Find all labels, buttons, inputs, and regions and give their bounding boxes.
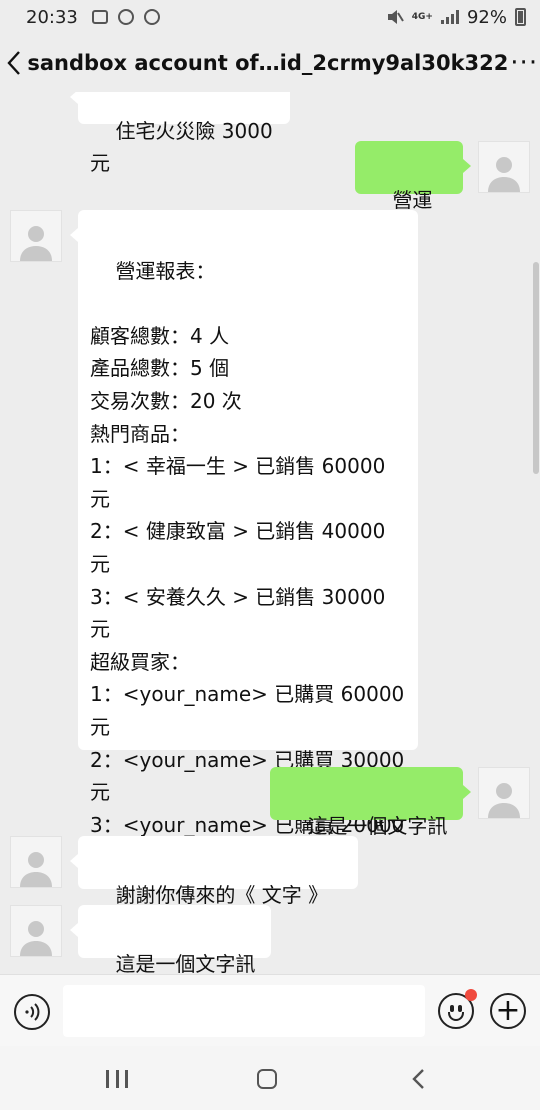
default-avatar-icon xyxy=(488,157,520,192)
default-avatar-icon xyxy=(20,852,52,887)
emoji-icon-eye xyxy=(458,1005,462,1012)
status-bar: 20:33 4G+ 92% xyxy=(0,0,540,34)
add-button[interactable]: + xyxy=(490,993,526,1029)
mute-icon xyxy=(387,10,404,24)
avatar[interactable] xyxy=(10,836,62,888)
message-text: 住宅火災險 3000 元 xyxy=(90,118,280,176)
message-bubble-incoming[interactable]: 住宅火災險 3000 元 xyxy=(70,92,290,175)
notification-badge xyxy=(465,989,477,1001)
voice-icon xyxy=(25,1003,40,1021)
avatar[interactable] xyxy=(478,767,530,819)
message-input[interactable] xyxy=(63,985,425,1037)
message-text: 這是一個文字訊息 xyxy=(115,951,256,974)
default-avatar-icon xyxy=(488,783,520,818)
scrollbar[interactable] xyxy=(533,262,539,474)
message-bubble-outgoing[interactable]: 營運報表 xyxy=(355,141,471,244)
emoji-icon-mouth xyxy=(448,1012,464,1021)
wifi-icon xyxy=(143,9,160,25)
more-icon: ··· xyxy=(510,48,539,78)
system-nav-bar xyxy=(0,1046,540,1110)
message-bubble-incoming[interactable]: 營運報表： 顧客總數：4 人 產品總數：5 個 交易次數：20 次 熱門商品： … xyxy=(70,210,418,869)
default-avatar-icon xyxy=(20,921,52,956)
nav-back-button[interactable] xyxy=(410,1068,428,1090)
chat-header: sandbox account of…id_2crmy9al30k322 ··· xyxy=(0,34,540,92)
message-bubble-outgoing[interactable]: 這是一個文字訊息 xyxy=(270,767,471,870)
plus-icon: + xyxy=(495,993,521,1028)
chevron-left-icon xyxy=(7,51,20,75)
status-time: 20:33 xyxy=(26,6,78,28)
message-bubble-incoming[interactable]: 這是一個文字訊息 xyxy=(70,905,271,974)
battery-level: 92% xyxy=(466,6,507,28)
more-button[interactable]: ··· xyxy=(508,34,540,92)
default-avatar-icon xyxy=(20,226,52,261)
battery-icon xyxy=(515,8,526,26)
network-type: 4G+ xyxy=(411,11,433,22)
line-icon xyxy=(117,9,134,25)
emoji-icon xyxy=(450,1005,454,1012)
avatar[interactable] xyxy=(478,141,530,193)
signal-icon xyxy=(440,10,459,24)
input-bar: + xyxy=(0,974,540,1046)
message-bubble-incoming[interactable]: 謝謝你傳來的《 文字 》訊息 xyxy=(70,836,358,939)
avatar[interactable] xyxy=(10,210,62,262)
recent-apps-button[interactable] xyxy=(106,1070,128,1088)
message-list[interactable]: 住宅火災險 3000 元 營運報表 營運報表： 顧客總數：4 人 產品總數：5 … xyxy=(0,92,540,974)
home-button[interactable] xyxy=(257,1069,277,1089)
avatar[interactable] xyxy=(10,905,62,957)
chat-title: sandbox account of…id_2crmy9al30k322 xyxy=(27,51,509,75)
back-button[interactable] xyxy=(0,34,27,92)
voice-button[interactable] xyxy=(14,994,50,1030)
gallery-icon xyxy=(91,10,108,24)
